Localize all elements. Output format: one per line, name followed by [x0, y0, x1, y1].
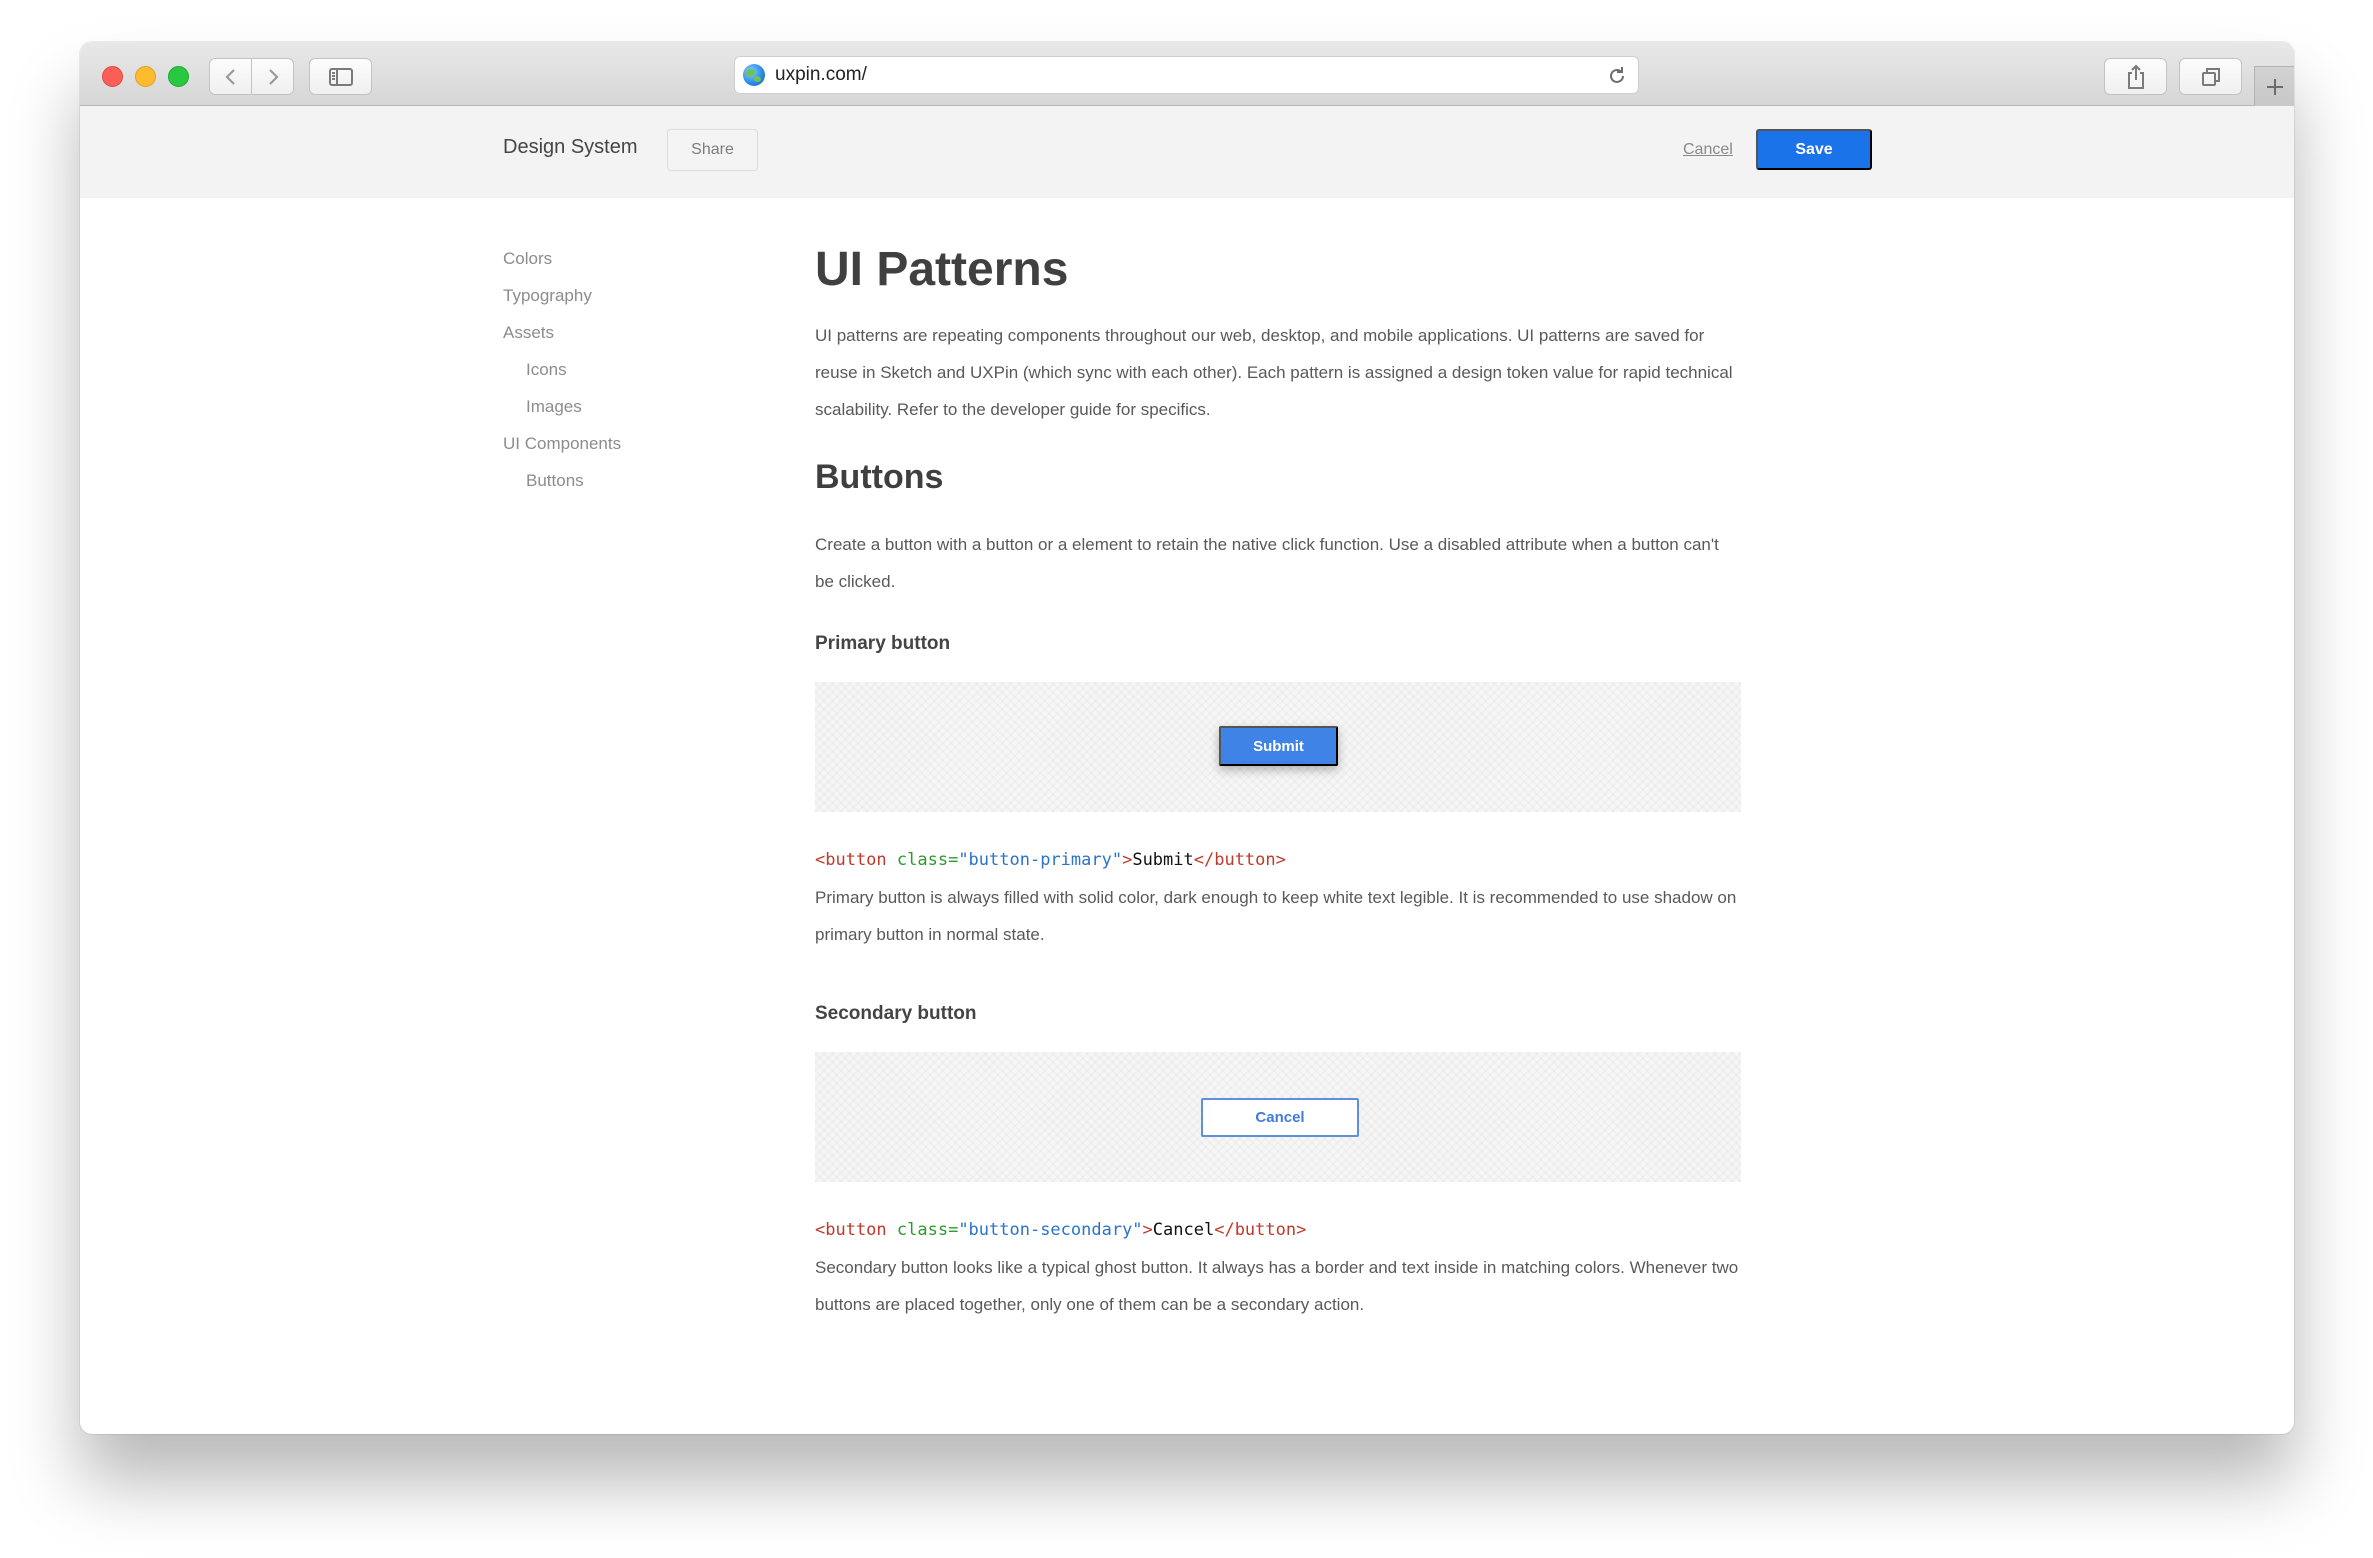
code-tag-end: </button>	[1214, 1220, 1307, 1240]
app-header: Design System Share Cancel Save	[80, 106, 2294, 198]
reload-icon	[1610, 67, 1624, 83]
globe-icon	[743, 64, 765, 86]
buttons-paragraph: Create a button with a button or a eleme…	[815, 535, 1719, 591]
save-button[interactable]: Save	[1756, 129, 1872, 170]
sidebar-icon	[328, 67, 353, 86]
address-bar[interactable]: uxpin.com/	[734, 56, 1639, 94]
plus-icon	[2266, 78, 2283, 95]
close-window-button[interactable]	[102, 66, 123, 87]
browser-toolbar: uxpin.com/	[80, 42, 2294, 106]
secondary-button-preview: Cancel	[815, 1052, 1741, 1182]
code-text: Cancel	[1152, 1220, 1215, 1240]
code-tag-end: </button>	[1193, 850, 1286, 870]
intro-paragraph: UI patterns are repeating components thr…	[815, 326, 1733, 419]
page-title: UI Patterns	[815, 243, 1069, 296]
history-navigation	[209, 58, 294, 95]
sidebar-item-assets[interactable]: Assets	[503, 323, 621, 360]
primary-button-heading: Primary button	[815, 633, 951, 654]
code-tag-close: >	[1142, 1220, 1153, 1240]
buttons-heading: Buttons	[815, 458, 944, 496]
sidebar-toggle-button[interactable]	[309, 58, 372, 95]
submit-demo-button[interactable]: Submit	[1219, 726, 1338, 766]
code-value: "button-primary"	[958, 850, 1123, 870]
code-attr: class=	[886, 850, 959, 870]
url-text[interactable]: uxpin.com/	[775, 64, 867, 86]
code-text: Submit	[1132, 850, 1194, 870]
code-tag-open: <button	[815, 850, 887, 870]
new-tab-button[interactable]	[2254, 66, 2294, 106]
share-icon	[2127, 64, 2144, 89]
sidebar-item-icons[interactable]: Icons	[503, 360, 621, 397]
share-page-button[interactable]	[2104, 58, 2167, 95]
main-content: UI Patterns UI patterns are repeating co…	[815, 242, 1741, 1323]
chevron-left-icon	[224, 68, 235, 85]
sidebar-item-buttons[interactable]: Buttons	[503, 471, 621, 508]
forward-button[interactable]	[251, 59, 293, 94]
primary-button-preview: Submit	[815, 682, 1741, 812]
tabs-icon	[2201, 67, 2220, 86]
primary-description: Primary button is always filled with sol…	[815, 888, 1737, 944]
code-attr: class=	[886, 1220, 959, 1240]
minimize-window-button[interactable]	[135, 66, 156, 87]
back-button[interactable]	[210, 59, 251, 94]
sidebar-item-typography[interactable]: Typography	[503, 286, 621, 323]
tab-overview-button[interactable]	[2179, 58, 2242, 95]
code-value: "button-secondary"	[958, 1220, 1143, 1240]
zoom-window-button[interactable]	[168, 66, 189, 87]
cancel-demo-button[interactable]: Cancel	[1201, 1098, 1359, 1137]
chevron-right-icon	[268, 68, 279, 85]
sidebar-item-ui-components[interactable]: UI Components	[503, 434, 621, 471]
reload-button[interactable]	[1606, 65, 1628, 92]
secondary-description: Secondary button looks like a typical gh…	[815, 1258, 1739, 1314]
brand-title: Design System	[503, 136, 638, 158]
secondary-button-heading: Secondary button	[815, 1003, 977, 1024]
sidebar-nav: Colors Typography Assets Icons Images UI…	[503, 249, 621, 508]
code-tag-open: <button	[815, 1220, 887, 1240]
cancel-link[interactable]: Cancel	[1683, 141, 1733, 159]
code-tag-close: >	[1122, 850, 1133, 870]
sidebar-item-images[interactable]: Images	[503, 397, 621, 434]
secondary-code-snippet: <button class="button-secondary">Cancel<…	[815, 1212, 1741, 1249]
sidebar-item-colors[interactable]: Colors	[503, 249, 621, 286]
primary-code-snippet: <button class="button-primary">Submit</b…	[815, 842, 1741, 879]
browser-window: uxpin.com/ Design System Share Cancel Sa…	[80, 42, 2294, 1434]
share-button[interactable]: Share	[667, 129, 758, 171]
